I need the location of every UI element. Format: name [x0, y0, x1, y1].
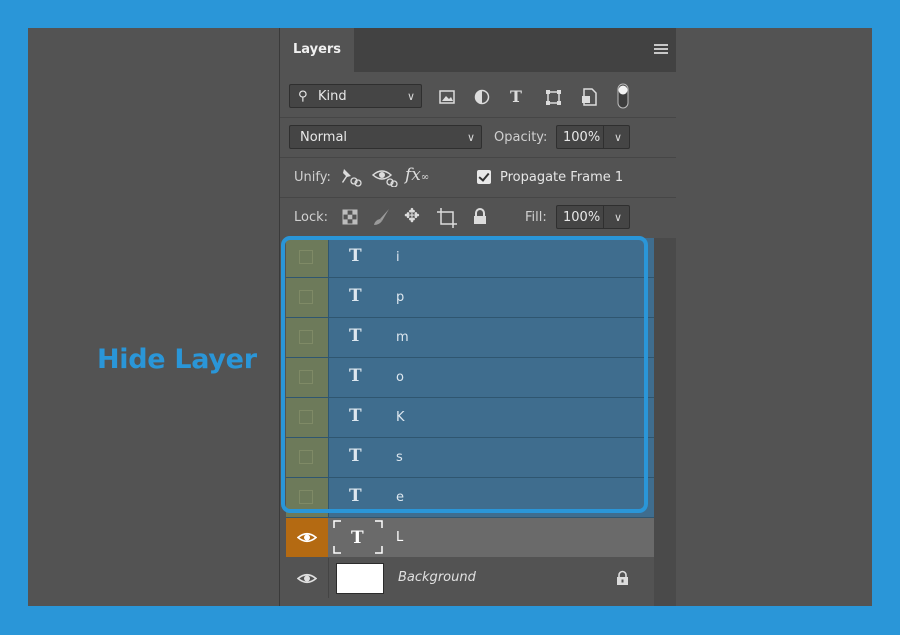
blend-row: Normal ∨ Opacity: 100% ∨: [280, 118, 676, 158]
propagate-frame-label: Propagate Frame 1: [500, 170, 624, 185]
type-filter-icon[interactable]: T: [510, 87, 522, 106]
unify-visibility-icon[interactable]: [372, 167, 398, 187]
background-thumbnail: [336, 563, 384, 594]
visibility-toggle[interactable]: [286, 518, 328, 557]
visibility-toggle[interactable]: [286, 558, 329, 598]
smart-object-filter-icon[interactable]: [581, 88, 597, 106]
hide-layer-annotation: Hide Layer: [97, 344, 257, 375]
chevron-down-icon: ∨: [406, 90, 415, 103]
unify-row: Unify: fx∞ Propagate Frame 1: [280, 158, 676, 198]
layer-row-active[interactable]: T L: [286, 518, 654, 557]
lock-all-icon[interactable]: [473, 208, 487, 225]
lock-transparent-pixels-icon[interactable]: [342, 209, 358, 225]
type-layer-thumbnail: T: [333, 520, 383, 554]
tab-layers[interactable]: Layers: [280, 28, 354, 72]
blend-mode-value: Normal: [300, 130, 348, 145]
filter-row: ⚲ Kind ∨ T: [280, 72, 676, 112]
lock-position-icon[interactable]: ✥: [404, 205, 420, 227]
lock-image-pixels-icon[interactable]: [373, 208, 391, 226]
lock-icon: [617, 570, 628, 585]
opacity-value: 100%: [563, 130, 601, 145]
chevron-down-icon: ∨: [466, 131, 475, 144]
shape-filter-icon[interactable]: [545, 89, 562, 106]
unify-label: Unify:: [294, 170, 331, 185]
eye-icon: [297, 573, 317, 584]
search-icon: ⚲: [298, 89, 308, 104]
selection-highlight: [281, 236, 648, 513]
filter-kind-label: Kind: [318, 89, 347, 104]
layer-name[interactable]: Background: [398, 570, 476, 585]
blend-mode-dropdown[interactable]: Normal ∨: [289, 125, 482, 149]
image-filter-icon[interactable]: [439, 90, 455, 104]
eye-icon: [297, 532, 317, 543]
opacity-input[interactable]: 100% ∨: [556, 125, 630, 149]
filter-toggle-icon[interactable]: [617, 83, 629, 109]
panel-menu-icon[interactable]: [654, 44, 668, 54]
propagate-frame-checkbox[interactable]: [477, 170, 491, 184]
layers-scrollbar[interactable]: [654, 238, 676, 606]
opacity-label: Opacity:: [494, 130, 548, 145]
unify-style-icon[interactable]: fx∞: [405, 165, 429, 185]
svg-text:T: T: [351, 528, 364, 548]
unify-position-icon[interactable]: [338, 166, 362, 188]
lock-row: Lock: ✥ Fill: 100% ∨: [280, 198, 676, 238]
layer-name[interactable]: L: [396, 530, 403, 545]
layer-row-background[interactable]: Background: [286, 558, 654, 598]
fill-input[interactable]: 100% ∨: [556, 205, 630, 229]
fill-value: 100%: [563, 210, 601, 225]
chevron-down-icon[interactable]: ∨: [614, 126, 622, 150]
adjustment-filter-icon[interactable]: [474, 89, 490, 105]
chevron-down-icon[interactable]: ∨: [614, 206, 622, 230]
filter-kind-dropdown[interactable]: ⚲ Kind ∨: [289, 84, 422, 108]
lock-label: Lock:: [294, 210, 329, 225]
panel-tab-bar: Layers: [280, 28, 676, 72]
lock-artboard-icon[interactable]: [437, 208, 457, 228]
fill-label: Fill:: [525, 210, 547, 225]
